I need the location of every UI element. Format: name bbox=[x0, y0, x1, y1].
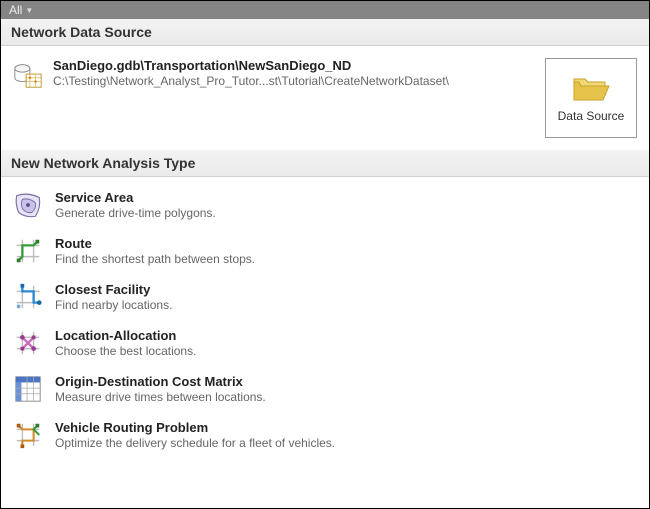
analysis-item-route[interactable]: Route Find the shortest path between sto… bbox=[1, 228, 649, 274]
filter-label: All bbox=[9, 3, 22, 17]
chevron-down-icon: ▼ bbox=[25, 6, 33, 15]
analysis-desc: Find the shortest path between stops. bbox=[55, 252, 255, 266]
analysis-desc: Measure drive times between locations. bbox=[55, 390, 266, 404]
section-header-data-source: Network Data Source bbox=[1, 19, 649, 46]
analysis-desc: Generate drive-time polygons. bbox=[55, 206, 216, 220]
data-source-path: C:\Testing\Network_Analyst_Pro_Tutor...s… bbox=[53, 74, 449, 88]
section-header-analysis: New Network Analysis Type bbox=[1, 150, 649, 177]
vrp-icon bbox=[13, 420, 43, 450]
analysis-item-closest-facility[interactable]: Closest Facility Find nearby locations. bbox=[1, 274, 649, 320]
analysis-item-location-allocation[interactable]: Location-Allocation Choose the best loca… bbox=[1, 320, 649, 366]
closest-facility-icon bbox=[13, 282, 43, 312]
folder-open-icon bbox=[571, 74, 611, 104]
network-dataset-icon bbox=[13, 60, 43, 90]
analysis-list: Service Area Generate drive-time polygon… bbox=[1, 177, 649, 463]
analysis-title: Origin-Destination Cost Matrix bbox=[55, 374, 266, 389]
analysis-desc: Find nearby locations. bbox=[55, 298, 172, 312]
location-allocation-icon bbox=[13, 328, 43, 358]
analysis-desc: Optimize the delivery schedule for a fle… bbox=[55, 436, 335, 450]
analysis-item-vrp[interactable]: Vehicle Routing Problem Optimize the del… bbox=[1, 412, 649, 458]
route-icon bbox=[13, 236, 43, 266]
service-area-icon bbox=[13, 190, 43, 220]
data-source-info: SanDiego.gdb\Transportation\NewSanDiego_… bbox=[13, 58, 449, 90]
data-source-title: SanDiego.gdb\Transportation\NewSanDiego_… bbox=[53, 58, 449, 73]
analysis-title: Vehicle Routing Problem bbox=[55, 420, 335, 435]
analysis-title: Closest Facility bbox=[55, 282, 172, 297]
data-source-row: SanDiego.gdb\Transportation\NewSanDiego_… bbox=[1, 46, 649, 150]
data-source-button[interactable]: Data Source bbox=[545, 58, 637, 138]
data-source-button-label: Data Source bbox=[558, 109, 625, 123]
analysis-item-od-matrix[interactable]: Origin-Destination Cost Matrix Measure d… bbox=[1, 366, 649, 412]
analysis-desc: Choose the best locations. bbox=[55, 344, 196, 358]
analysis-item-service-area[interactable]: Service Area Generate drive-time polygon… bbox=[1, 182, 649, 228]
analysis-title: Route bbox=[55, 236, 255, 251]
analysis-title: Location-Allocation bbox=[55, 328, 196, 343]
filter-bar[interactable]: All ▼ bbox=[1, 1, 649, 19]
analysis-title: Service Area bbox=[55, 190, 216, 205]
od-matrix-icon bbox=[13, 374, 43, 404]
